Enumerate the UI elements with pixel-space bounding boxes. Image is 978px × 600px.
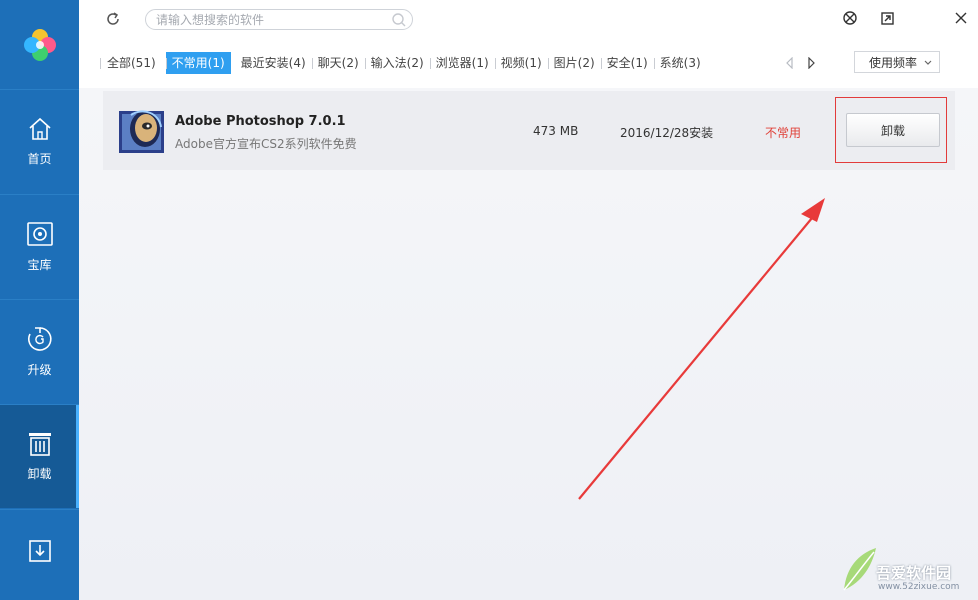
sidebar-item-label: 升级 bbox=[27, 363, 52, 377]
sidebar-item-label: 宝库 bbox=[27, 258, 52, 272]
sidebar-item-download[interactable] bbox=[0, 509, 79, 600]
uninstall-icon bbox=[28, 433, 51, 456]
sidebar-item-home[interactable]: 首页 bbox=[0, 89, 79, 193]
sort-select[interactable]: 使用频率 bbox=[854, 51, 940, 73]
tab-input-method[interactable]: 输入法(2) bbox=[364, 52, 430, 74]
logo-icon bbox=[23, 28, 56, 61]
tab-video[interactable]: 视频(1) bbox=[494, 52, 548, 74]
sort-select-value: 使用频率 bbox=[869, 55, 918, 70]
table-row: Adobe Photoshop 7.0.1 Adobe官方宣布CS2系列软件免费… bbox=[103, 91, 955, 170]
watermark-leaf-icon bbox=[843, 548, 876, 591]
home-icon bbox=[28, 117, 51, 140]
watermark: 吾爱软件园 www.52zixue.com bbox=[840, 540, 972, 596]
sidebar-item-upgrade[interactable]: 升级 bbox=[0, 299, 79, 403]
search-input[interactable] bbox=[156, 12, 386, 27]
sidebar-item-label: 首页 bbox=[27, 152, 52, 166]
refresh-button[interactable] bbox=[103, 9, 123, 29]
tab-chat[interactable]: 聊天(2) bbox=[311, 52, 365, 74]
search-box bbox=[145, 9, 413, 30]
refresh-icon bbox=[107, 12, 119, 25]
tabs-scroll-right-button[interactable] bbox=[804, 55, 818, 71]
close-button[interactable] bbox=[952, 9, 970, 27]
usage-tag: 不常用 bbox=[765, 126, 802, 140]
app-size: 473 MB bbox=[533, 124, 579, 138]
tab-rarely-used[interactable]: 不常用(1) bbox=[165, 52, 231, 74]
top-bar bbox=[79, 0, 978, 40]
category-tabs: 全部(51) 不常用(1) 最近安装(4) 聊天(2) 输入法(2) 浏览器(1… bbox=[100, 52, 707, 74]
tab-security[interactable]: 安全(1) bbox=[600, 52, 654, 74]
app-name: Adobe Photoshop 7.0.1 bbox=[175, 114, 346, 129]
sidebar-item-label: 卸载 bbox=[27, 467, 52, 481]
chevron-right-icon bbox=[808, 57, 815, 69]
photoshop-app-icon bbox=[119, 107, 164, 155]
search-icon[interactable] bbox=[391, 12, 406, 30]
tabs-scroll-left-button[interactable] bbox=[783, 55, 797, 71]
upgrade-icon bbox=[27, 327, 52, 351]
chevron-left-icon bbox=[786, 57, 793, 69]
tab-recent[interactable]: 最近安装(4) bbox=[235, 52, 312, 74]
watermark-text: 吾爱软件园 bbox=[876, 564, 952, 582]
watermark-url: www.52zixue.com bbox=[878, 582, 960, 592]
sidebar: 首页 宝库 升级 卸载 bbox=[0, 0, 79, 600]
tab-system[interactable]: 系统(3) bbox=[653, 52, 707, 74]
tray-icon bbox=[880, 11, 894, 25]
treasure-icon bbox=[26, 222, 53, 246]
minimize-to-tray-button[interactable] bbox=[878, 9, 896, 27]
sidebar-item-uninstall[interactable]: 卸载 bbox=[0, 404, 79, 508]
tab-all[interactable]: 全部(51) bbox=[101, 52, 162, 74]
chevron-down-icon bbox=[924, 60, 932, 65]
close-icon bbox=[955, 12, 967, 24]
skin-icon bbox=[843, 11, 857, 25]
annotation-arrow bbox=[578, 198, 825, 500]
app-logo bbox=[0, 0, 79, 89]
main-panel: 全部(51) 不常用(1) 最近安装(4) 聊天(2) 输入法(2) 浏览器(1… bbox=[79, 0, 978, 600]
sidebar-item-treasure[interactable]: 宝库 bbox=[0, 194, 79, 298]
skin-button[interactable] bbox=[841, 9, 859, 27]
tab-image[interactable]: 图片(2) bbox=[547, 52, 601, 74]
download-icon bbox=[28, 540, 51, 562]
tab-browser[interactable]: 浏览器(1) bbox=[429, 52, 495, 74]
app-description: Adobe官方宣布CS2系列软件免费 bbox=[175, 137, 357, 151]
app-install-date: 2016/12/28安装 bbox=[620, 126, 714, 140]
annotation-highlight-box bbox=[835, 97, 947, 163]
